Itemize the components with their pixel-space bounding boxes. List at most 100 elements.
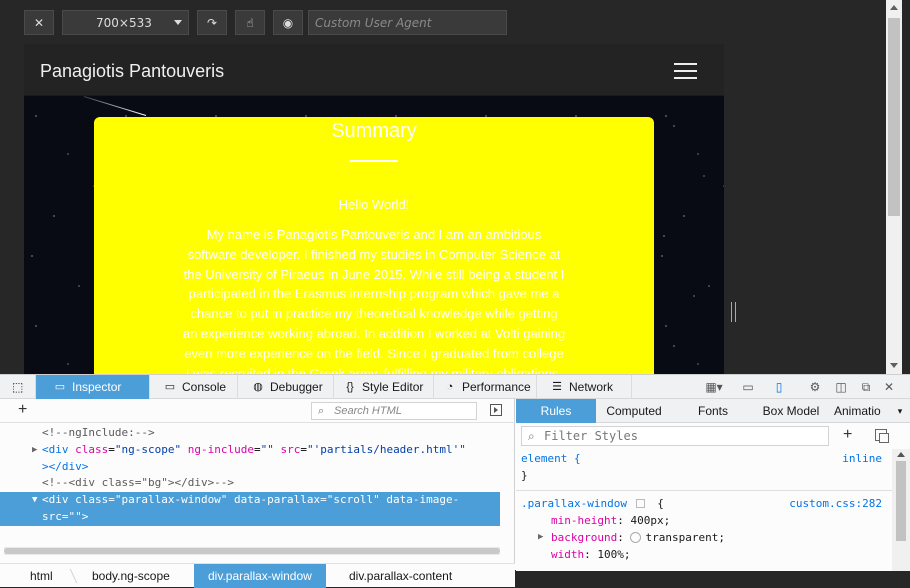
markup-line-selected[interactable]: ▼ <div class="parallax-window" data-paral…: [0, 492, 500, 509]
split-console-icon[interactable]: ▭: [740, 379, 756, 395]
summary-line: chance to put in practice my theoretical…: [190, 306, 558, 322]
site-brand[interactable]: Panagiotis Pantouveris: [40, 61, 224, 82]
style-editor-icon: {}: [346, 381, 354, 393]
add-rule-icon[interactable]: +: [843, 426, 852, 444]
title-divider: [350, 160, 398, 162]
element-picker-icon[interactable]: ⬚: [0, 375, 36, 399]
summary-line: software developer. I finished my studie…: [187, 246, 561, 262]
crumb-parallax-content[interactable]: div.parallax-content: [349, 564, 452, 588]
touch-icon[interactable]: ☝: [235, 10, 265, 35]
viewport-resize-handle[interactable]: [731, 302, 736, 322]
search-icon: ⌕: [528, 429, 535, 443]
markup-line[interactable]: ></div>: [0, 459, 500, 476]
expand-twisty-icon[interactable]: ▶: [538, 529, 543, 546]
scrollbar-thumb[interactable]: [4, 548, 500, 554]
dock-side-icon[interactable]: ◫: [833, 379, 849, 395]
tab-label: Debugger: [270, 380, 323, 394]
tab-rules[interactable]: Rules: [516, 399, 596, 423]
devtools-tabbar: ⬚ ▭ Inspector ▭ Console ◍ Debugger {} St…: [0, 375, 910, 399]
viewport-size-select[interactable]: 700×533: [62, 10, 189, 35]
crumb-separator: [62, 569, 78, 583]
markup-hscrollbar[interactable]: [4, 547, 500, 555]
close-icon[interactable]: ✕: [24, 10, 54, 35]
markup-line-selected-cont[interactable]: src="">: [0, 508, 500, 526]
rule-close: }: [521, 469, 528, 482]
tab-box-model[interactable]: Box Model: [756, 399, 826, 423]
expand-twisty-icon[interactable]: ▶: [32, 442, 37, 459]
performance-icon: ◔: [446, 381, 454, 393]
scrollbar-thumb[interactable]: [896, 461, 906, 541]
rule-element-selector[interactable]: element {inline: [516, 450, 892, 467]
filter-styles-input[interactable]: ⌕ Filter Styles: [521, 426, 829, 446]
rule-source-link[interactable]: custom.css:282: [789, 495, 882, 512]
collapse-twisty-icon[interactable]: ▼: [32, 492, 37, 509]
tab-performance[interactable]: ◔ Performance: [434, 375, 537, 399]
rule-property[interactable]: ▶ background: transparent;: [516, 529, 892, 546]
rule-source-inline[interactable]: inline: [842, 450, 882, 467]
user-agent-input[interactable]: Custom User Agent: [308, 10, 507, 35]
markup-line[interactable]: <!--ngInclude:-->: [0, 425, 500, 442]
search-html-input[interactable]: ⌕ Search HTML: [311, 402, 477, 420]
responsive-toolbar: ✕ 700×533 ↷ ☝ ◉ Custom User Agent: [24, 10, 507, 35]
tab-animations[interactable]: Animatio: [834, 399, 892, 423]
tab-label: Performance: [462, 380, 531, 394]
scrollbar-thumb[interactable]: [888, 18, 900, 216]
rules-scrollbar[interactable]: [892, 449, 910, 571]
search-placeholder: Search HTML: [334, 405, 402, 417]
summary-card: Summary Hello World! My name is Panagiot…: [94, 117, 654, 374]
rules-list: element {inline } .parallax-window {cust…: [516, 450, 892, 563]
rule-parallax-window[interactable]: .parallax-window {custom.css:282: [516, 495, 892, 512]
devtools-panel: ⬚ ▭ Inspector ▭ Console ◍ Debugger {} St…: [0, 374, 910, 588]
rules-sidebar: Rules Computed Fonts Box Model Animatio …: [516, 399, 910, 571]
responsive-mode-icon[interactable]: ▯: [771, 379, 787, 395]
toggle-sidebar-icon[interactable]: [490, 404, 502, 416]
console-icon: ▭: [164, 381, 176, 393]
markup-line[interactable]: ▶ <div class="ng-scope" ng-include="" src…: [0, 442, 500, 459]
scroll-down-icon[interactable]: [890, 363, 898, 368]
tab-label: Network: [569, 380, 614, 394]
highlight-selector-icon[interactable]: [635, 499, 645, 508]
close-devtools-icon[interactable]: ✕: [881, 379, 897, 395]
markup-toolbar: + ⌕ Search HTML: [0, 399, 515, 423]
inspector-icon: ▭: [54, 381, 66, 393]
scroll-up-icon[interactable]: [890, 5, 898, 10]
markup-tree: <!--ngInclude:--> ▶ <div class="ng-scope"…: [0, 425, 500, 526]
screenshot-icon[interactable]: ◉: [273, 10, 303, 35]
tab-network[interactable]: ☰ Network: [537, 375, 632, 399]
debugger-icon: ◍: [253, 381, 263, 393]
tab-label: Inspector: [72, 380, 122, 394]
rule-property[interactable]: width: 100%;: [516, 546, 892, 563]
tab-computed[interactable]: Computed: [596, 399, 672, 423]
crumb-html[interactable]: html: [30, 564, 53, 588]
tab-inspector[interactable]: ▭ Inspector: [36, 375, 150, 399]
rotate-icon[interactable]: ↷: [197, 10, 227, 35]
network-icon: ☰: [552, 381, 562, 393]
search-icon: ⌕: [318, 405, 325, 417]
hamburger-menu-icon[interactable]: [674, 63, 697, 79]
summary-line: participated in the Erasmus internship p…: [188, 286, 560, 302]
breadcrumb: html body.ng-scope div.parallax-window d…: [0, 563, 515, 588]
gear-icon[interactable]: ⚙: [807, 379, 823, 395]
undock-icon[interactable]: ⧉: [858, 379, 874, 395]
tab-style-editor[interactable]: {} Style Editor: [334, 375, 434, 399]
viewport-size-label: 700×533: [96, 15, 152, 30]
tab-debugger[interactable]: ◍ Debugger: [238, 375, 334, 399]
sidebar-tabbar: Rules Computed Fonts Box Model Animatio …: [516, 399, 910, 423]
summary-line: My name is Panagiotis Pantouveris and I …: [206, 227, 542, 242]
summary-line: the University of Piraeus in June 2015. …: [183, 266, 565, 282]
tab-console[interactable]: ▭ Console: [150, 375, 238, 399]
summary-body: My name is Panagiotis Pantouveris and I …: [164, 225, 584, 374]
markup-line[interactable]: <!--<div class="bg"></div>-->: [0, 475, 500, 492]
tab-fonts[interactable]: Fonts: [684, 399, 742, 423]
rule-property[interactable]: min-height: 400px;: [516, 512, 892, 529]
page-scrollbar[interactable]: [886, 0, 902, 374]
add-node-icon[interactable]: +: [18, 401, 27, 419]
chevron-down-icon[interactable]: ▾: [894, 399, 906, 423]
scroll-up-icon[interactable]: [897, 452, 905, 457]
color-swatch[interactable]: [630, 532, 642, 543]
chevron-down-icon: [174, 20, 182, 25]
crumb-body[interactable]: body.ng-scope: [92, 564, 170, 588]
frame-select-icon[interactable]: ▦▾: [702, 379, 726, 395]
crumb-parallax-window[interactable]: div.parallax-window: [194, 564, 326, 588]
toggle-pseudo-class-icon[interactable]: [875, 429, 889, 443]
